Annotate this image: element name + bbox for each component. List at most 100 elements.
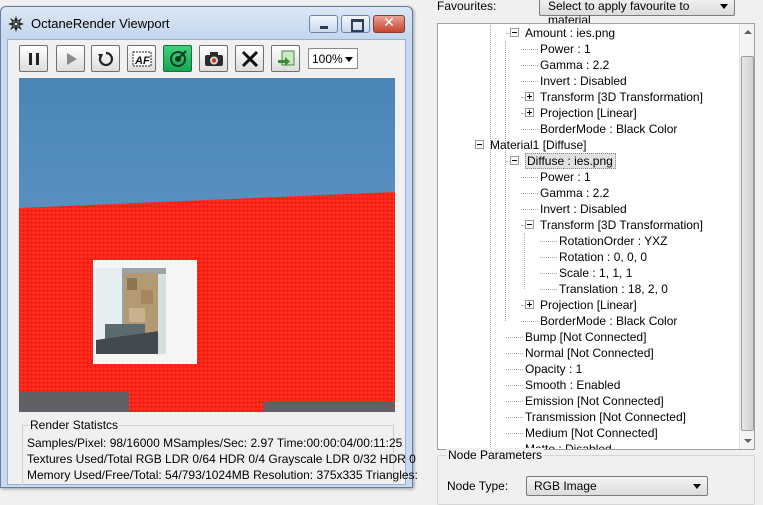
chevron-down-icon bbox=[720, 4, 728, 9]
close-icon: ✕ bbox=[383, 15, 395, 31]
tree-item[interactable]: Projection [Linear] bbox=[540, 105, 637, 121]
red-wall bbox=[19, 192, 395, 412]
tree-connector-line bbox=[506, 369, 523, 370]
tree-item[interactable]: Invert : Disabled bbox=[540, 73, 627, 89]
render-statistics: Render Statistcs Samples/Pixel: 98/16000… bbox=[19, 414, 418, 485]
node-inspector-panel: Favourites: Select to apply favourite to… bbox=[413, 0, 763, 505]
autofocus-button[interactable]: AF bbox=[127, 45, 156, 72]
tree-connector-line bbox=[521, 321, 538, 322]
tree-item[interactable]: Power : 1 bbox=[540, 41, 591, 57]
tree-connector-line bbox=[521, 81, 538, 82]
expand-plus-icon[interactable] bbox=[525, 300, 534, 309]
viewport-body: AF 100% Render Statistcs Samples/Pixel: … bbox=[7, 39, 418, 485]
reload-icon bbox=[98, 51, 114, 67]
octane-logo-icon bbox=[8, 16, 24, 32]
collapse-minus-icon[interactable] bbox=[525, 220, 534, 229]
tree-connector-line bbox=[540, 241, 557, 242]
pause-button[interactable] bbox=[19, 45, 48, 72]
collapse-minus-icon[interactable] bbox=[475, 140, 484, 149]
tree-connector-line bbox=[506, 337, 523, 338]
tree-connector-line bbox=[540, 289, 557, 290]
tree-item[interactable]: Transform [3D Transformation] bbox=[540, 89, 703, 105]
floor-left bbox=[19, 392, 129, 412]
close-button[interactable]: ✕ bbox=[373, 15, 405, 33]
tree-connector-line bbox=[521, 209, 538, 210]
play-button[interactable] bbox=[56, 45, 85, 72]
tree-connector-line bbox=[506, 401, 523, 402]
node-parameters-title: Node Parameters bbox=[446, 448, 545, 462]
export-icon bbox=[278, 50, 295, 66]
tree-connector-line bbox=[540, 273, 557, 274]
af-icon: AF bbox=[132, 51, 152, 67]
tree-item[interactable]: Scale : 1, 1, 1 bbox=[559, 265, 632, 281]
tree-guide-line bbox=[490, 25, 491, 449]
node-tree-view[interactable]: Amount : ies.png Power : 1 Gamma : 2.2 Inve… bbox=[437, 23, 755, 450]
tree-item[interactable]: Gamma : 2.2 bbox=[540, 185, 609, 201]
stats-samples-line: Samples/Pixel: 98/16000 MSamples/Sec: 2.… bbox=[27, 436, 403, 450]
collapse-minus-icon[interactable] bbox=[510, 156, 519, 165]
node-type-dropdown[interactable]: RGB Image bbox=[526, 476, 708, 496]
tree-item[interactable]: RotationOrder : YXZ bbox=[559, 233, 668, 249]
expand-plus-icon[interactable] bbox=[525, 108, 534, 117]
pause-icon bbox=[29, 53, 39, 65]
node-type-label: Node Type: bbox=[447, 479, 509, 493]
tree-item[interactable]: Projection [Linear] bbox=[540, 297, 637, 313]
favourites-label: Favourites: bbox=[437, 0, 497, 13]
tree-item[interactable]: Normal [Not Connected] bbox=[525, 345, 654, 361]
expand-plus-icon[interactable] bbox=[525, 92, 534, 101]
tree-guide-line bbox=[524, 233, 525, 289]
zoom-dropdown[interactable]: 100% bbox=[308, 48, 358, 69]
tree-item[interactable]: BorderMode : Black Color bbox=[540, 313, 677, 329]
viewpoint-button[interactable] bbox=[163, 45, 192, 72]
tree-connector-line bbox=[506, 417, 523, 418]
minimize-button[interactable] bbox=[309, 15, 338, 33]
tree-connector-line bbox=[506, 353, 523, 354]
floor-right bbox=[263, 402, 395, 412]
stop-button[interactable] bbox=[235, 45, 264, 72]
camera-icon bbox=[205, 52, 223, 66]
tree-connector-line bbox=[521, 177, 538, 178]
tree-item[interactable]: BorderMode : Black Color bbox=[540, 121, 677, 137]
tree-connector-line bbox=[521, 49, 538, 50]
tree-item[interactable]: Amount : ies.png bbox=[525, 25, 615, 41]
tree-item[interactable]: Transform [3D Transformation] bbox=[540, 217, 703, 233]
tree-item[interactable]: Rotation : 0, 0, 0 bbox=[559, 249, 647, 265]
stats-textures-line: Textures Used/Total RGB LDR 0/64 HDR 0/4… bbox=[27, 452, 416, 466]
tree-item[interactable]: Power : 1 bbox=[540, 169, 591, 185]
node-tree: Amount : ies.png Power : 1 Gamma : 2.2 Inve… bbox=[438, 24, 738, 449]
stats-title: Render Statistcs bbox=[28, 418, 121, 432]
render-canvas[interactable] bbox=[19, 78, 395, 412]
tree-item[interactable]: Translation : 18, 2, 0 bbox=[559, 281, 668, 297]
tree-item[interactable]: Medium [Not Connected] bbox=[525, 425, 658, 441]
scroll-up-arrow-icon[interactable] bbox=[740, 24, 754, 40]
zoom-value: 100% bbox=[312, 52, 343, 66]
tree-item[interactable]: Material1 [Diffuse] bbox=[490, 137, 587, 153]
rendered-scene bbox=[19, 78, 395, 412]
viewport-toolbar: AF 100% bbox=[8, 40, 405, 78]
tree-item[interactable]: Smooth : Enabled bbox=[525, 377, 620, 393]
scroll-down-arrow-icon[interactable] bbox=[740, 433, 754, 449]
tree-item[interactable]: Emission [Not Connected] bbox=[525, 393, 664, 409]
scrollbar-thumb[interactable] bbox=[741, 56, 754, 431]
tree-item[interactable]: Invert : Disabled bbox=[540, 201, 627, 217]
tree-connector-line bbox=[521, 65, 538, 66]
collapse-minus-icon[interactable] bbox=[510, 28, 519, 37]
chevron-down-icon bbox=[345, 57, 353, 62]
tree-scrollbar[interactable] bbox=[739, 24, 754, 449]
ies-texture-image bbox=[96, 268, 166, 354]
snapshot-button[interactable] bbox=[199, 45, 228, 72]
favourites-dropdown[interactable]: Select to apply favourite to material bbox=[539, 0, 735, 27]
tree-item[interactable]: Gamma : 2.2 bbox=[540, 57, 609, 73]
tree-item[interactable]: Bump [Not Connected] bbox=[525, 329, 646, 345]
window-titlebar[interactable]: OctaneRender Viewport ✕ bbox=[1, 7, 412, 39]
tree-connector-line bbox=[521, 193, 538, 194]
stats-memory-line: Memory Used/Free/Total: 54/793/1024MB Re… bbox=[27, 468, 418, 482]
target-icon bbox=[170, 50, 187, 67]
restart-button[interactable] bbox=[91, 45, 120, 72]
tree-connector-line bbox=[521, 129, 538, 130]
tree-item[interactable]: Transmission [Not Connected] bbox=[525, 409, 686, 425]
tree-item[interactable]: Opacity : 1 bbox=[525, 361, 582, 377]
export-button[interactable] bbox=[271, 45, 300, 72]
tree-item[interactable]: Diffuse : ies.png bbox=[525, 153, 616, 169]
maximize-button[interactable] bbox=[341, 15, 370, 33]
